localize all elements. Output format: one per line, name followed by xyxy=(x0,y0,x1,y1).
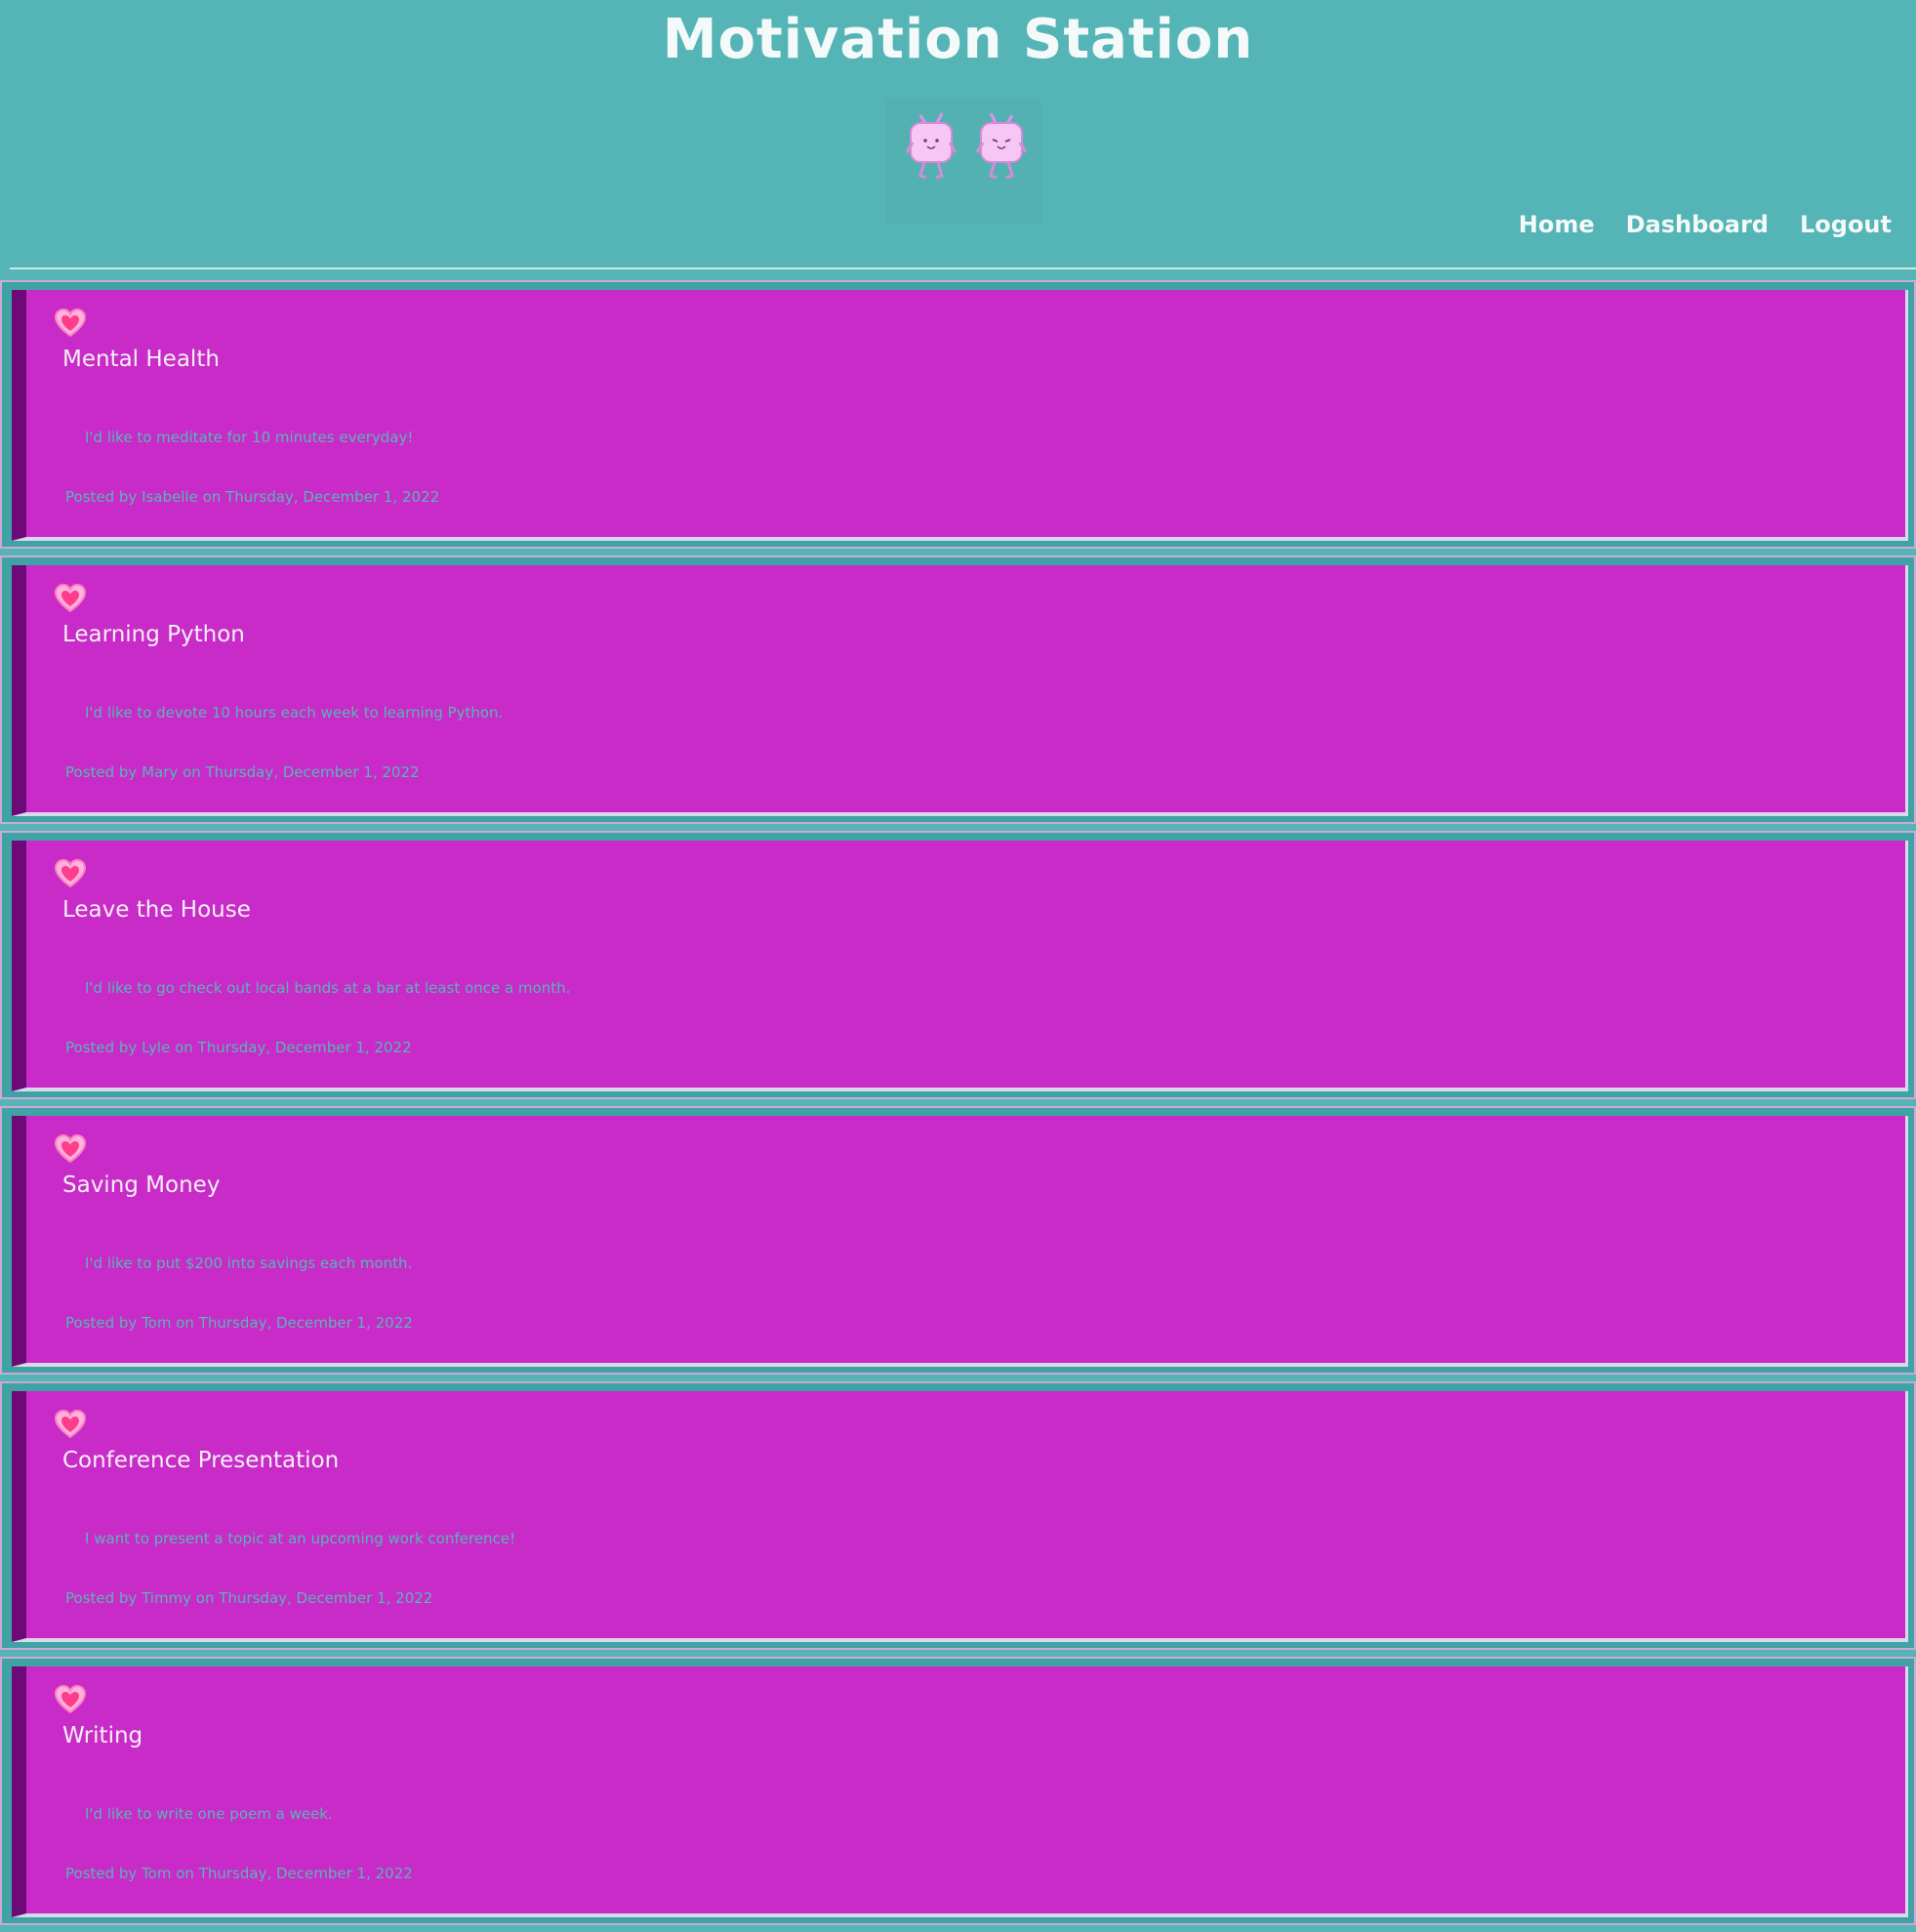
post-body: I'd like to put $200 into savings each m… xyxy=(85,1254,413,1272)
post-meta: Posted by Mary on Thursday, December 1, … xyxy=(65,763,420,781)
post-title: Writing xyxy=(62,1723,143,1748)
post-card-wrapper: Learning Python I'd like to devote 10 ho… xyxy=(0,555,1916,824)
heart-icon[interactable] xyxy=(54,583,87,614)
site-title: Motivation Station xyxy=(662,8,1254,71)
post-body: I'd like to meditate for 10 minutes ever… xyxy=(85,429,414,446)
post-card: Mental Health I'd like to meditate for 1… xyxy=(12,290,1908,541)
post-card: Learning Python I'd like to devote 10 ho… xyxy=(12,565,1908,816)
post-title: Saving Money xyxy=(62,1172,221,1198)
post-title: Conference Presentation xyxy=(62,1448,340,1473)
heart-icon[interactable] xyxy=(54,1684,87,1715)
heart-icon[interactable] xyxy=(54,858,87,889)
post-card: Saving Money I'd like to put $200 into s… xyxy=(12,1116,1908,1367)
post-title: Leave the House xyxy=(62,897,251,923)
post-meta: Posted by Tom on Thursday, December 1, 2… xyxy=(65,1865,413,1882)
heart-icon[interactable] xyxy=(54,308,87,339)
heart-icon[interactable] xyxy=(54,1409,87,1440)
post-card-wrapper: Saving Money I'd like to put $200 into s… xyxy=(0,1106,1916,1375)
two-pink-cube-creatures-icon xyxy=(885,98,1041,225)
post-card: Leave the House I'd like to go check out… xyxy=(12,841,1908,1091)
post-card: Writing I'd like to write one poem a wee… xyxy=(12,1666,1908,1917)
main-nav: Home Dashboard Logout xyxy=(1519,211,1892,238)
post-meta: Posted by Isabelle on Thursday, December… xyxy=(65,488,440,506)
post-body: I want to present a topic at an upcoming… xyxy=(85,1530,516,1547)
post-card-wrapper: Leave the House I'd like to go check out… xyxy=(0,831,1916,1099)
post-title: Mental Health xyxy=(62,347,220,372)
header-divider xyxy=(10,267,1916,269)
post-meta: Posted by Tom on Thursday, December 1, 2… xyxy=(65,1314,413,1332)
post-card-wrapper: Writing I'd like to write one poem a wee… xyxy=(0,1657,1916,1925)
heart-icon[interactable] xyxy=(54,1133,87,1165)
post-card-wrapper: Mental Health I'd like to meditate for 1… xyxy=(0,280,1916,549)
site-header: Motivation Station Home Dashboard Logout xyxy=(0,0,1916,269)
post-title: Learning Python xyxy=(62,622,245,647)
post-feed: Mental Health I'd like to meditate for 1… xyxy=(0,280,1916,1932)
nav-home-link[interactable]: Home xyxy=(1519,211,1595,238)
post-card: Conference Presentation I want to presen… xyxy=(12,1391,1908,1642)
post-meta: Posted by Lyle on Thursday, December 1, … xyxy=(65,1039,412,1056)
post-card-wrapper: Conference Presentation I want to presen… xyxy=(0,1381,1916,1650)
post-body: I'd like to go check out local bands at … xyxy=(85,979,571,997)
nav-dashboard-link[interactable]: Dashboard xyxy=(1626,211,1769,238)
post-body: I'd like to devote 10 hours each week to… xyxy=(85,704,504,721)
nav-logout-link[interactable]: Logout xyxy=(1800,211,1892,238)
post-meta: Posted by Timmy on Thursday, December 1,… xyxy=(65,1589,433,1607)
post-body: I'd like to write one poem a week. xyxy=(85,1805,333,1823)
